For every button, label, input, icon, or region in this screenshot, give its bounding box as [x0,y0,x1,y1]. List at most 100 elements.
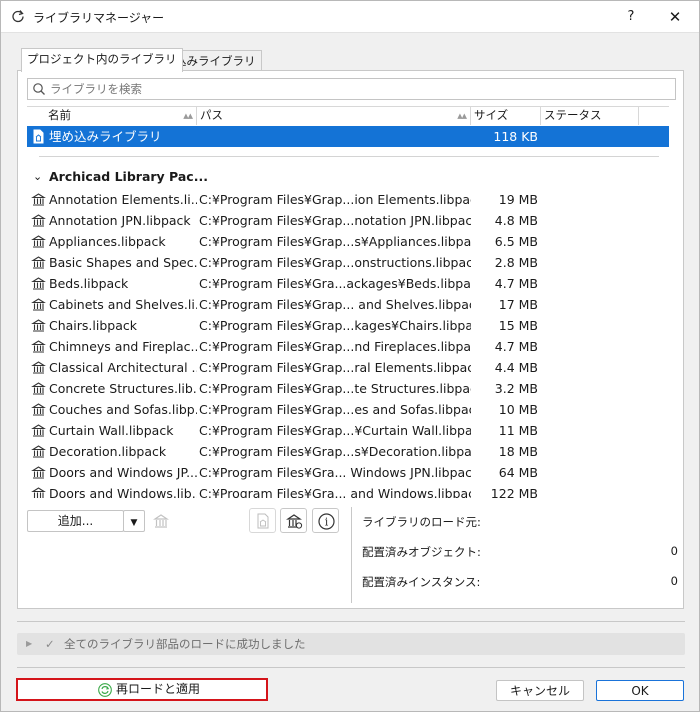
placed-instances-value: 0 [670,574,678,588]
info-icon: i [318,513,335,530]
library-size: 122 MB [490,486,538,498]
title-bar: ライブラリマネージャー ? ✕ [1,1,699,33]
add-button-label: 追加... [57,514,94,528]
library-settings-button[interactable] [280,508,307,533]
library-icon [31,319,46,332]
library-size: 10 MB [498,402,538,417]
library-size: 4.8 MB [494,213,538,228]
library-name: Annotation Elements.li... [49,192,197,207]
info-button[interactable]: i [312,508,339,533]
add-dropdown-button[interactable]: ▼ [123,510,145,532]
library-row[interactable]: Doors and Windows.lib... C:¥Program Files… [27,483,669,498]
column-header-status[interactable]: ステータス [541,107,639,125]
reload-icon [98,683,112,697]
tab-project-libraries[interactable]: プロジェクト内のライブラリ [21,48,183,72]
placed-instances-label: 配置済みインスタンス: [362,575,481,589]
library-name: Concrete Structures.lib... [49,381,197,396]
library-row[interactable]: Doors and Windows JP... C:¥Program Files¥… [27,462,669,483]
checkmark-icon: ✓ [45,637,55,651]
library-row[interactable]: Decoration.libpack C:¥Program Files¥Grap.… [27,441,669,462]
column-header-path[interactable]: パス ▲▲ [197,107,471,125]
library-path: C:¥Program Files¥Grap...kages¥Chairs.lib… [199,318,471,333]
library-icon [31,298,46,311]
column-header-size[interactable]: サイズ [471,107,541,125]
chevron-down-icon: ▼ [130,518,138,528]
library-size: 18 MB [498,444,538,459]
library-disabled-icon [153,514,169,528]
search-icon [33,83,45,95]
sort-arrows-icon: ▲▲ [183,112,193,120]
library-icon [31,340,46,353]
add-button[interactable]: 追加... [27,510,124,532]
library-path: C:¥Program Files¥Grap...¥Curtain Wall.li… [199,423,471,438]
load-source-label: ライブラリのロード元: [362,515,481,529]
library-row[interactable]: Couches and Sofas.libp... C:¥Program File… [27,399,669,420]
library-size: 19 MB [498,192,538,207]
column-size-label: サイズ [474,108,509,122]
library-icon [31,382,46,395]
divider [39,156,659,157]
library-size: 2.8 MB [494,255,538,270]
library-name: Beds.libpack [49,276,129,291]
library-row[interactable]: Basic Shapes and Spec... C:¥Program Files… [27,252,669,273]
library-row[interactable]: Chimneys and Fireplac... C:¥Program Files… [27,336,669,357]
document-library-icon [33,129,44,144]
sort-arrows-icon: ▲▲ [457,112,467,120]
library-size: 118 KB [493,129,538,144]
divider [17,621,685,622]
library-row[interactable]: Chairs.libpack C:¥Program Files¥Grap...ka… [27,315,669,336]
library-icon [31,403,46,416]
ok-button[interactable]: OK [596,680,684,701]
document-library-button[interactable] [249,508,276,533]
library-list[interactable]: 名前 ▲▲ パス ▲▲ サイズ ステータス 埋め込みライブラリ 118 KB ⌄ A… [27,106,669,498]
library-row[interactable]: Classical Architectural ... C:¥Program Fi… [27,357,669,378]
cancel-button[interactable]: キャンセル [496,680,584,701]
library-name: Classical Architectural ... [49,360,197,375]
library-row[interactable]: Beds.libpack C:¥Program Files¥Gra...ackag… [27,273,669,294]
library-row[interactable]: Concrete Structures.lib... C:¥Program Fil… [27,378,669,399]
info-divider [351,507,352,603]
library-size: 3.2 MB [494,381,538,396]
library-row[interactable]: Annotation Elements.li... C:¥Program File… [27,189,669,210]
library-name: 埋め込みライブラリ [49,129,162,144]
library-icon [31,361,46,374]
refresh-icon [12,10,24,23]
library-path: C:¥Program Files¥Grap...es and Sofas.lib… [199,402,471,417]
library-path: C:¥Program Files¥Grap...s¥Appliances.lib… [199,234,471,249]
library-size: 11 MB [498,423,538,438]
library-path: C:¥Program Files¥Gra...ackages¥Beds.libp… [199,276,471,291]
library-row[interactable]: Annotation JPN.libpack C:¥Program Files¥G… [27,210,669,231]
library-name: Appliances.libpack [49,234,166,249]
library-size: 4.4 MB [494,360,538,375]
library-path: C:¥Program Files¥Gra... and Windows.libp… [199,486,471,498]
library-icon [31,466,46,479]
close-button[interactable]: ✕ [655,3,695,31]
library-row[interactable]: Cabinets and Shelves.li... C:¥Program Fil… [27,294,669,315]
library-name: Chairs.libpack [49,318,137,333]
library-name: Chimneys and Fireplac... [49,339,197,354]
library-gear-icon [286,514,303,529]
search-box[interactable] [27,78,676,100]
svg-text:i: i [325,516,329,529]
embedded-library-row[interactable]: 埋め込みライブラリ 118 KB [27,126,669,147]
library-path: C:¥Program Files¥Grap...ral Elements.lib… [199,360,471,375]
search-input[interactable] [50,81,670,97]
document-library-icon [257,513,269,529]
group-label: Archicad Library Pac... [49,169,208,184]
library-name: Decoration.libpack [49,444,167,459]
library-icon [31,193,46,206]
library-row[interactable]: Curtain Wall.libpack C:¥Program Files¥Gra… [27,420,669,441]
help-button[interactable]: ? [613,3,649,31]
reload-label: 再ロードと適用 [116,682,201,696]
reload-and-apply-button[interactable]: 再ロードと適用 [16,678,268,701]
library-name: Annotation JPN.libpack [49,213,191,228]
library-size: 64 MB [498,465,538,480]
library-name: Curtain Wall.libpack [49,423,174,438]
divider [17,667,685,668]
status-bar[interactable]: ▶ ✓ 全てのライブラリ部品のロードに成功しました [17,633,685,655]
library-path: C:¥Program Files¥Grap...notation JPN.lib… [199,213,471,228]
library-size: 15 MB [498,318,538,333]
library-size: 17 MB [498,297,538,312]
library-row[interactable]: Appliances.libpack C:¥Program Files¥Grap.… [27,231,669,252]
column-header-name[interactable]: 名前 ▲▲ [45,107,197,125]
